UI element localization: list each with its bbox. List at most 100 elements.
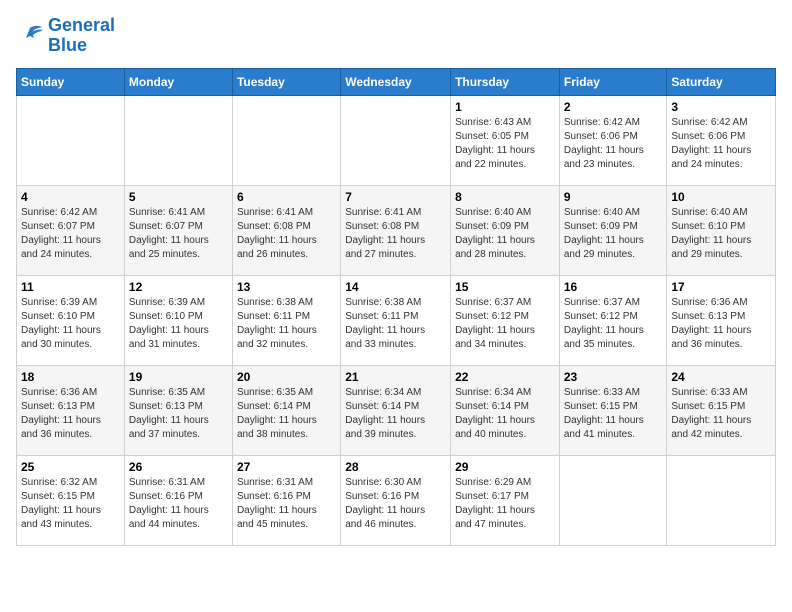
- day-number: 16: [564, 280, 663, 294]
- day-number: 17: [671, 280, 771, 294]
- day-number: 26: [129, 460, 228, 474]
- calendar-cell: 2 Sunrise: 6:42 AM Sunset: 6:06 PM Daylig…: [559, 95, 667, 185]
- day-number: 21: [345, 370, 446, 384]
- calendar-cell: 24Sunrise: 6:33 AM Sunset: 6:15 PM Dayli…: [667, 365, 776, 455]
- week-row-4: 18Sunrise: 6:36 AM Sunset: 6:13 PM Dayli…: [17, 365, 776, 455]
- weekday-header-row: SundayMondayTuesdayWednesdayThursdayFrid…: [17, 68, 776, 95]
- day-info: Sunrise: 6:38 AM Sunset: 6:11 PM Dayligh…: [345, 296, 446, 352]
- calendar-cell: 5 Sunrise: 6:41 AM Sunset: 6:07 PM Daylig…: [124, 185, 232, 275]
- calendar-cell: 26 Sunrise: 6:31 AM Sunset: 6:16 PM Dayli…: [124, 455, 232, 545]
- weekday-header-sunday: Sunday: [17, 68, 125, 95]
- calendar-cell: [341, 95, 451, 185]
- calendar-cell: 4 Sunrise: 6:42 AM Sunset: 6:07 PM Daylig…: [17, 185, 125, 275]
- calendar-cell: 14 Sunrise: 6:38 AM Sunset: 6:11 PM Dayli…: [341, 275, 451, 365]
- calendar-cell: 25 Sunrise: 6:32 AM Sunset: 6:15 PM Dayli…: [17, 455, 125, 545]
- day-number: 14: [345, 280, 446, 294]
- day-number: 23: [564, 370, 663, 384]
- day-info: Sunrise: 6:41 AM Sunset: 6:07 PM Dayligh…: [129, 206, 228, 262]
- day-number: 15: [455, 280, 555, 294]
- day-info: Sunrise: 6:31 AM Sunset: 6:16 PM Dayligh…: [129, 476, 228, 532]
- day-info: Sunrise: 6:37 AM Sunset: 6:12 PM Dayligh…: [564, 296, 663, 352]
- day-number: 20: [237, 370, 336, 384]
- calendar-cell: 17 Sunrise: 6:36 AM Sunset: 6:13 PM Dayli…: [667, 275, 776, 365]
- calendar-cell: 12Sunrise: 6:39 AM Sunset: 6:10 PM Dayli…: [124, 275, 232, 365]
- week-row-1: 1 Sunrise: 6:43 AM Sunset: 6:05 PM Daylig…: [17, 95, 776, 185]
- day-info: Sunrise: 6:36 AM Sunset: 6:13 PM Dayligh…: [671, 296, 771, 352]
- logo-bird-icon: [16, 24, 44, 48]
- day-number: 6: [237, 190, 336, 204]
- day-info: Sunrise: 6:40 AM Sunset: 6:09 PM Dayligh…: [455, 206, 555, 262]
- calendar-cell: 20 Sunrise: 6:35 AM Sunset: 6:14 PM Dayli…: [232, 365, 340, 455]
- day-info: Sunrise: 6:37 AM Sunset: 6:12 PM Dayligh…: [455, 296, 555, 352]
- calendar-cell: [124, 95, 232, 185]
- day-info: Sunrise: 6:34 AM Sunset: 6:14 PM Dayligh…: [455, 386, 555, 442]
- calendar-table: SundayMondayTuesdayWednesdayThursdayFrid…: [16, 68, 776, 546]
- week-row-3: 11Sunrise: 6:39 AM Sunset: 6:10 PM Dayli…: [17, 275, 776, 365]
- calendar-cell: 1 Sunrise: 6:43 AM Sunset: 6:05 PM Daylig…: [451, 95, 560, 185]
- calendar-cell: 28 Sunrise: 6:30 AM Sunset: 6:16 PM Dayli…: [341, 455, 451, 545]
- day-info: Sunrise: 6:42 AM Sunset: 6:06 PM Dayligh…: [671, 116, 771, 172]
- day-number: 13: [237, 280, 336, 294]
- calendar-cell: [232, 95, 340, 185]
- day-info: Sunrise: 6:41 AM Sunset: 6:08 PM Dayligh…: [345, 206, 446, 262]
- calendar-cell: 6 Sunrise: 6:41 AM Sunset: 6:08 PM Daylig…: [232, 185, 340, 275]
- day-number: 8: [455, 190, 555, 204]
- calendar-cell: 23 Sunrise: 6:33 AM Sunset: 6:15 PM Dayli…: [559, 365, 667, 455]
- day-info: Sunrise: 6:42 AM Sunset: 6:06 PM Dayligh…: [564, 116, 663, 172]
- calendar-cell: 15 Sunrise: 6:37 AM Sunset: 6:12 PM Dayli…: [451, 275, 560, 365]
- day-info: Sunrise: 6:30 AM Sunset: 6:16 PM Dayligh…: [345, 476, 446, 532]
- day-number: 27: [237, 460, 336, 474]
- day-number: 5: [129, 190, 228, 204]
- calendar-cell: 13 Sunrise: 6:38 AM Sunset: 6:11 PM Dayli…: [232, 275, 340, 365]
- calendar-cell: 22 Sunrise: 6:34 AM Sunset: 6:14 PM Dayli…: [451, 365, 560, 455]
- day-info: Sunrise: 6:33 AM Sunset: 6:15 PM Dayligh…: [671, 386, 771, 442]
- day-info: Sunrise: 6:33 AM Sunset: 6:15 PM Dayligh…: [564, 386, 663, 442]
- day-number: 7: [345, 190, 446, 204]
- day-info: Sunrise: 6:40 AM Sunset: 6:10 PM Dayligh…: [671, 206, 771, 262]
- calendar-cell: 19Sunrise: 6:35 AM Sunset: 6:13 PM Dayli…: [124, 365, 232, 455]
- day-number: 2: [564, 100, 663, 114]
- day-number: 12: [129, 280, 228, 294]
- day-number: 10: [671, 190, 771, 204]
- day-info: Sunrise: 6:42 AM Sunset: 6:07 PM Dayligh…: [21, 206, 120, 262]
- calendar-cell: 21Sunrise: 6:34 AM Sunset: 6:14 PM Dayli…: [341, 365, 451, 455]
- logo-text: General Blue: [48, 16, 115, 56]
- day-info: Sunrise: 6:40 AM Sunset: 6:09 PM Dayligh…: [564, 206, 663, 262]
- day-info: Sunrise: 6:35 AM Sunset: 6:13 PM Dayligh…: [129, 386, 228, 442]
- logo: General Blue: [16, 16, 115, 56]
- calendar-cell: 3 Sunrise: 6:42 AM Sunset: 6:06 PM Daylig…: [667, 95, 776, 185]
- calendar-cell: 18Sunrise: 6:36 AM Sunset: 6:13 PM Dayli…: [17, 365, 125, 455]
- day-info: Sunrise: 6:29 AM Sunset: 6:17 PM Dayligh…: [455, 476, 555, 532]
- calendar-cell: 27 Sunrise: 6:31 AM Sunset: 6:16 PM Dayli…: [232, 455, 340, 545]
- day-number: 25: [21, 460, 120, 474]
- calendar-cell: 8 Sunrise: 6:40 AM Sunset: 6:09 PM Daylig…: [451, 185, 560, 275]
- day-info: Sunrise: 6:43 AM Sunset: 6:05 PM Dayligh…: [455, 116, 555, 172]
- day-info: Sunrise: 6:31 AM Sunset: 6:16 PM Dayligh…: [237, 476, 336, 532]
- day-number: 29: [455, 460, 555, 474]
- day-info: Sunrise: 6:39 AM Sunset: 6:10 PM Dayligh…: [21, 296, 120, 352]
- weekday-header-thursday: Thursday: [451, 68, 560, 95]
- weekday-header-tuesday: Tuesday: [232, 68, 340, 95]
- calendar-cell: 16 Sunrise: 6:37 AM Sunset: 6:12 PM Dayli…: [559, 275, 667, 365]
- day-number: 28: [345, 460, 446, 474]
- weekday-header-saturday: Saturday: [667, 68, 776, 95]
- weekday-header-wednesday: Wednesday: [341, 68, 451, 95]
- day-number: 3: [671, 100, 771, 114]
- week-row-2: 4 Sunrise: 6:42 AM Sunset: 6:07 PM Daylig…: [17, 185, 776, 275]
- weekday-header-monday: Monday: [124, 68, 232, 95]
- calendar-cell: [17, 95, 125, 185]
- page-header: General Blue: [16, 16, 776, 56]
- calendar-cell: [667, 455, 776, 545]
- calendar-cell: [559, 455, 667, 545]
- week-row-5: 25 Sunrise: 6:32 AM Sunset: 6:15 PM Dayli…: [17, 455, 776, 545]
- calendar-cell: 10 Sunrise: 6:40 AM Sunset: 6:10 PM Dayli…: [667, 185, 776, 275]
- calendar-cell: 29 Sunrise: 6:29 AM Sunset: 6:17 PM Dayli…: [451, 455, 560, 545]
- day-info: Sunrise: 6:41 AM Sunset: 6:08 PM Dayligh…: [237, 206, 336, 262]
- day-info: Sunrise: 6:38 AM Sunset: 6:11 PM Dayligh…: [237, 296, 336, 352]
- day-info: Sunrise: 6:32 AM Sunset: 6:15 PM Dayligh…: [21, 476, 120, 532]
- day-info: Sunrise: 6:35 AM Sunset: 6:14 PM Dayligh…: [237, 386, 336, 442]
- day-number: 22: [455, 370, 555, 384]
- day-number: 4: [21, 190, 120, 204]
- day-info: Sunrise: 6:36 AM Sunset: 6:13 PM Dayligh…: [21, 386, 120, 442]
- day-number: 1: [455, 100, 555, 114]
